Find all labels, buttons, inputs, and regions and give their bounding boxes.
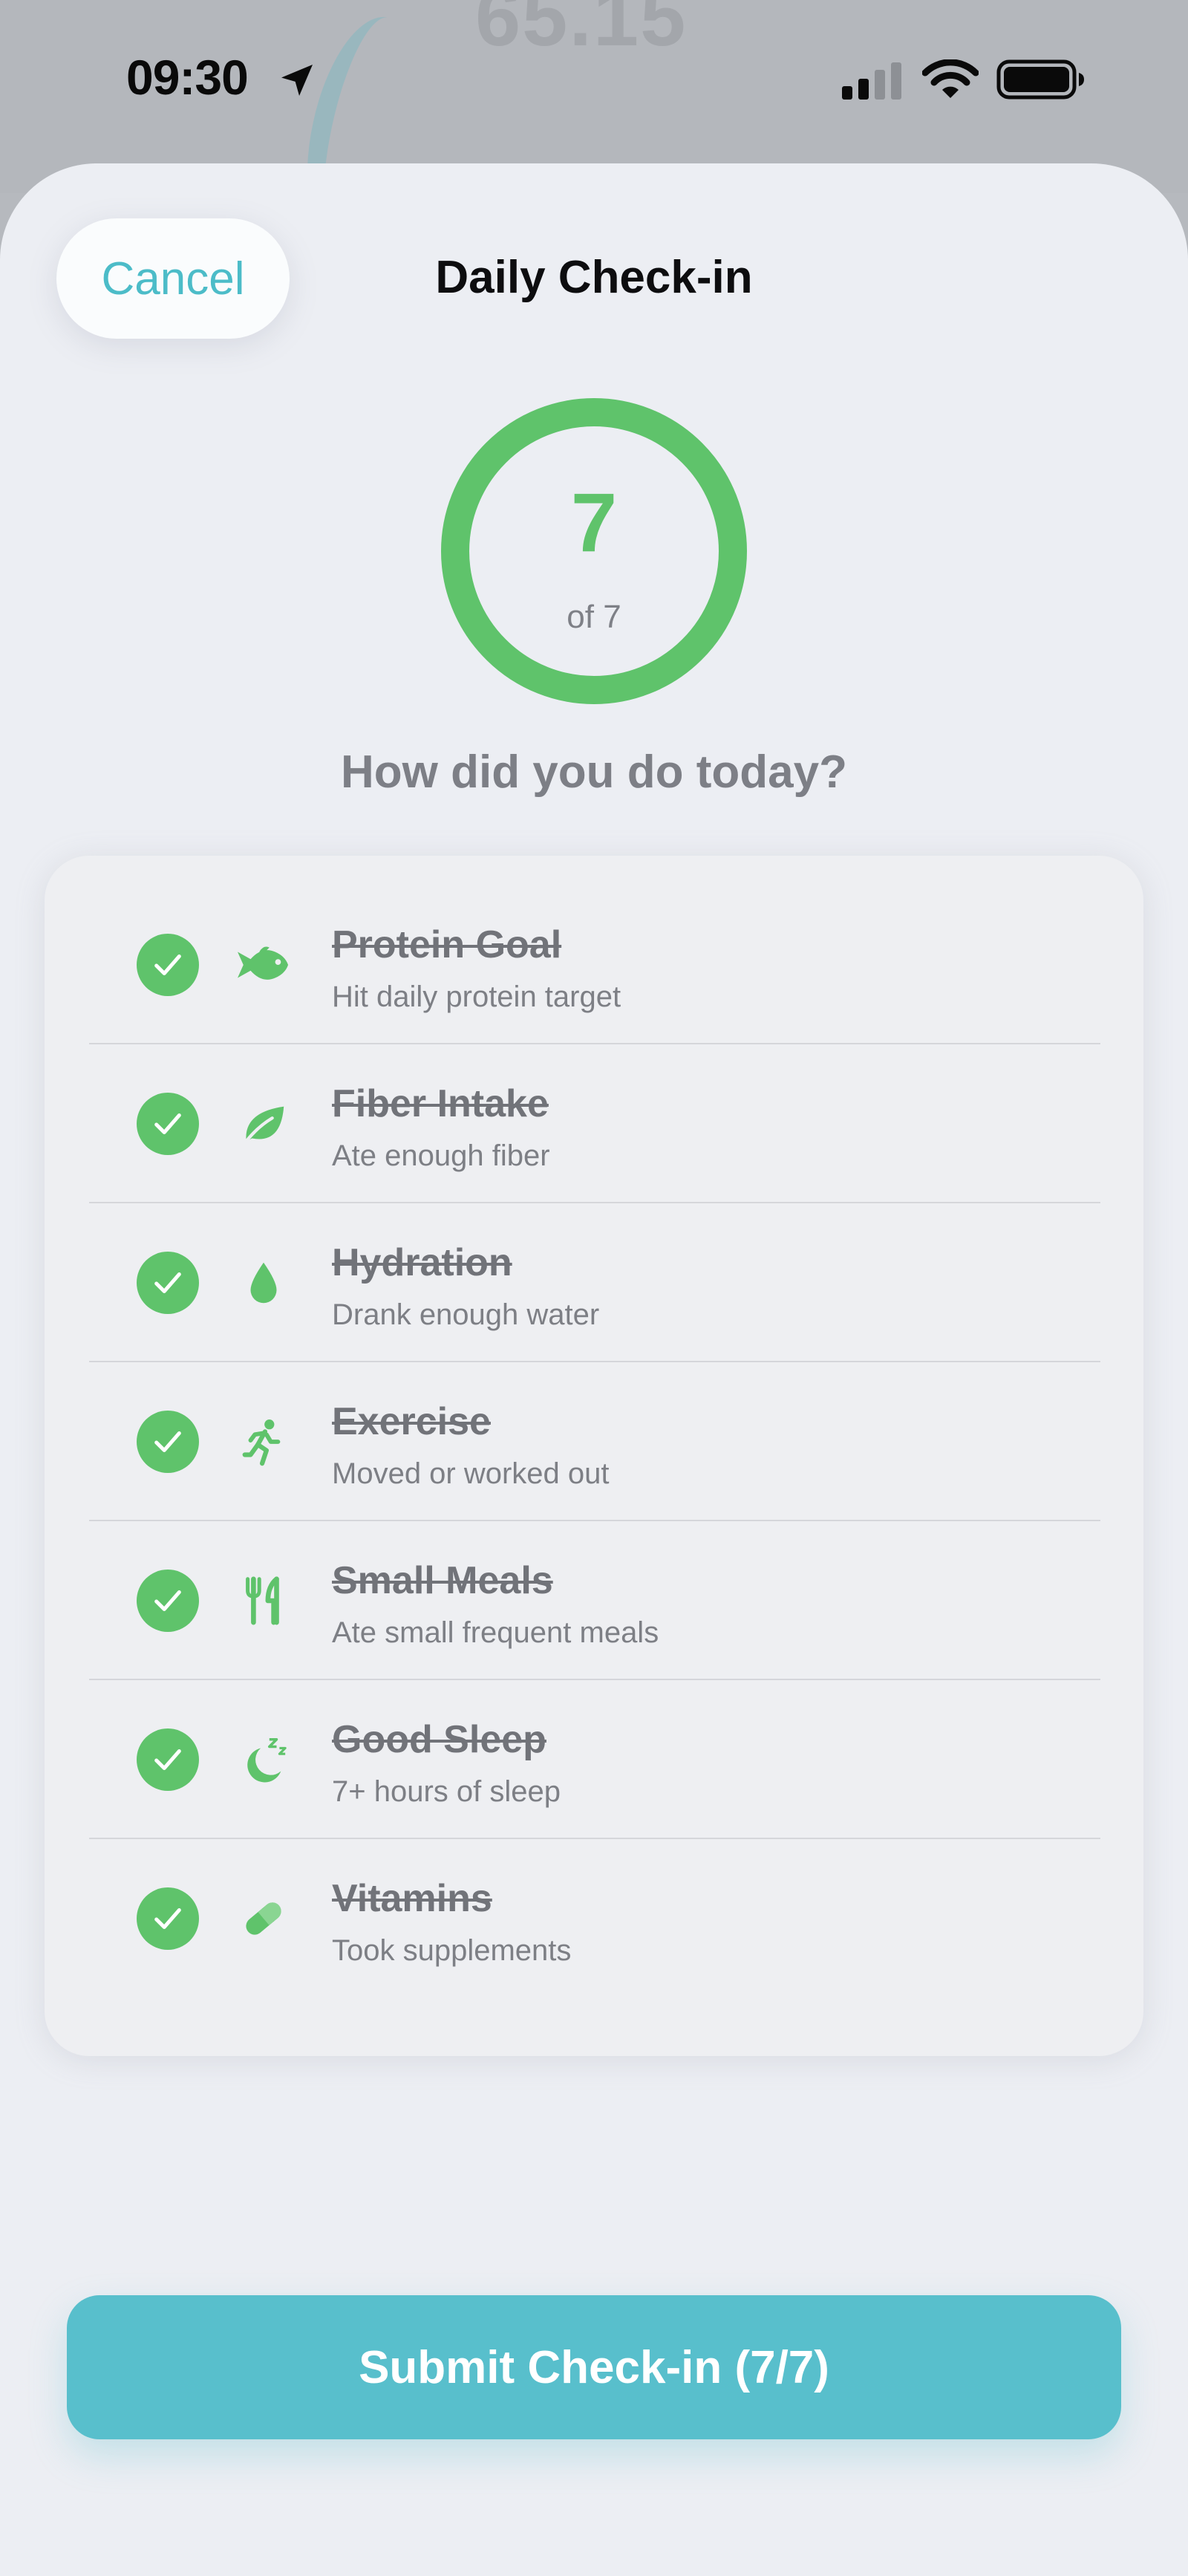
checkmark-icon xyxy=(154,1908,181,1929)
wifi-icon xyxy=(922,59,979,98)
item-title: Fiber Intake xyxy=(332,1082,549,1125)
checklist-item-vitamins[interactable]: Vitamins Took supplements xyxy=(89,1839,1100,1998)
checklist-item-small-meals[interactable]: Small Meals Ate small frequent meals xyxy=(89,1521,1100,1680)
checkmark-icon xyxy=(154,954,181,975)
checkmark-toggle[interactable] xyxy=(137,1570,199,1632)
running-figure-icon xyxy=(242,1419,281,1466)
fork-knife-icon xyxy=(246,1576,279,1625)
progress-total: of 7 xyxy=(567,599,621,635)
checkmark-icon xyxy=(154,1431,181,1452)
item-subtitle: Drank enough water xyxy=(332,1298,600,1331)
item-subtitle: Ate enough fiber xyxy=(332,1139,550,1172)
checkmark-toggle[interactable] xyxy=(137,934,199,996)
water-drop-icon xyxy=(250,1262,277,1304)
checklist-item-exercise[interactable]: Exercise Moved or worked out xyxy=(89,1362,1100,1521)
moon-sleep-icon xyxy=(247,1738,287,1783)
progress-count: 7 xyxy=(570,476,618,569)
leaf-icon xyxy=(244,1106,284,1143)
item-title: Exercise xyxy=(332,1400,491,1443)
checkmark-icon xyxy=(154,1272,181,1293)
checklist-item-good-sleep[interactable]: Good Sleep 7+ hours of sleep xyxy=(89,1680,1100,1839)
item-subtitle: Moved or worked out xyxy=(332,1457,610,1490)
item-title: Vitamins xyxy=(332,1877,492,1920)
item-title: Small Meals xyxy=(332,1559,553,1602)
item-title: Good Sleep xyxy=(332,1718,546,1761)
checkmark-toggle[interactable] xyxy=(137,1728,199,1791)
item-subtitle: 7+ hours of sleep xyxy=(332,1775,561,1808)
pill-icon xyxy=(246,1902,281,1935)
progress-ring: 7 of 7 xyxy=(441,398,747,704)
checklist-item-hydration[interactable]: Hydration Drank enough water xyxy=(89,1203,1100,1362)
battery-icon xyxy=(996,59,1084,100)
checkmark-toggle[interactable] xyxy=(137,1411,199,1473)
checkmark-toggle[interactable] xyxy=(137,1887,199,1950)
status-bar: 09:30 xyxy=(0,0,1188,156)
item-title: Protein Goal xyxy=(332,923,562,966)
checkin-prompt: How did you do today? xyxy=(341,747,847,798)
location-arrow-icon xyxy=(281,65,313,96)
checkmark-icon xyxy=(154,1749,181,1770)
item-title: Hydration xyxy=(332,1241,512,1284)
cellular-signal-icon xyxy=(842,62,901,100)
daily-checkin-sheet: Cancel Daily Check-in 7 of 7 How did you… xyxy=(0,163,1188,2576)
fish-icon xyxy=(238,946,289,980)
checklist-item-protein-goal[interactable]: Protein Goal Hit daily protein target xyxy=(89,885,1100,1044)
checklist-card: Protein Goal Hit daily protein target Fi… xyxy=(45,856,1143,2056)
checklist-item-fiber-intake[interactable]: Fiber Intake Ate enough fiber xyxy=(89,1044,1100,1203)
checkmark-icon xyxy=(154,1113,181,1134)
item-subtitle: Ate small frequent meals xyxy=(332,1616,659,1649)
item-subtitle: Took supplements xyxy=(332,1934,572,1967)
sheet-title: Daily Check-in xyxy=(435,252,753,303)
checkmark-toggle[interactable] xyxy=(137,1252,199,1314)
item-subtitle: Hit daily protein target xyxy=(332,980,621,1013)
status-time: 09:30 xyxy=(126,50,249,105)
submit-checkin-button[interactable]: Submit Check-in (7/7) xyxy=(67,2295,1121,2439)
checkmark-icon xyxy=(154,1590,181,1611)
checkmark-toggle[interactable] xyxy=(137,1093,199,1155)
